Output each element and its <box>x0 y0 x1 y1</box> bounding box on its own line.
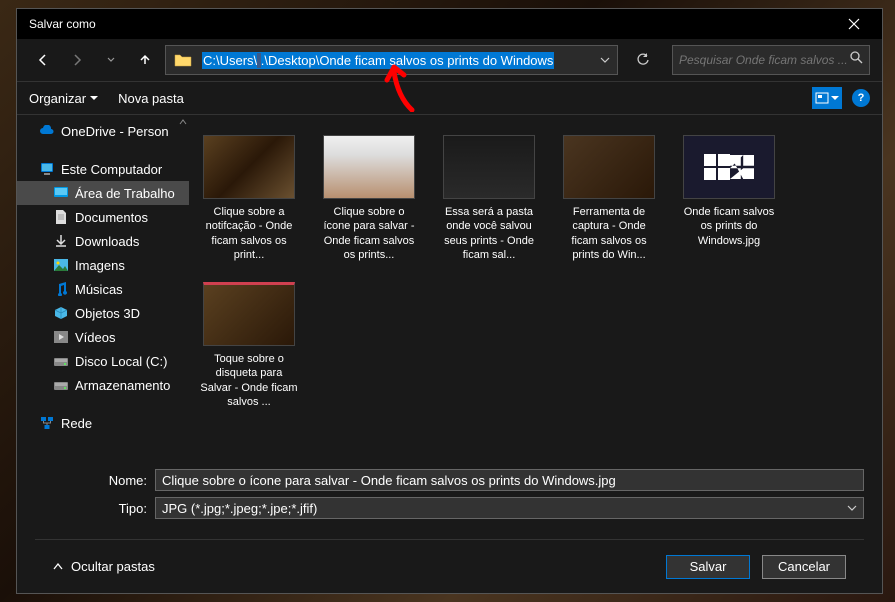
file-item[interactable]: Essa será a pasta onde você salvou seus … <box>439 135 539 262</box>
file-item[interactable]: Clique sobre o ícone para salvar - Onde … <box>319 135 419 262</box>
filetype-label: Tipo: <box>35 501 147 516</box>
sidebar-item-cube[interactable]: Objetos 3D <box>17 301 189 325</box>
search-icon <box>850 51 863 69</box>
dialog-title: Salvar como <box>29 17 96 31</box>
cloud-icon <box>39 123 55 139</box>
up-button[interactable] <box>131 46 159 74</box>
sidebar-item-label: Documentos <box>75 210 148 225</box>
filename-input[interactable] <box>155 469 864 491</box>
help-button[interactable]: ? <box>852 89 870 107</box>
close-button[interactable] <box>834 10 874 38</box>
file-name: Clique sobre a notifcação - Onde ficam s… <box>199 205 299 262</box>
file-thumbnail <box>683 135 775 199</box>
sidebar-item-disk[interactable]: Disco Local (C:) <box>17 349 189 373</box>
video-icon <box>53 329 69 345</box>
hide-folders-button[interactable]: Ocultar pastas <box>53 559 155 574</box>
doc-icon <box>53 209 69 225</box>
sidebar-item-label: Vídeos <box>75 330 115 345</box>
sidebar-item-video[interactable]: Vídeos <box>17 325 189 349</box>
view-mode-button[interactable] <box>812 87 842 109</box>
disk-icon <box>53 377 69 393</box>
sidebar-item-label: Downloads <box>75 234 139 249</box>
download-icon <box>53 233 69 249</box>
pc-icon <box>39 161 55 177</box>
file-list: Clique sobre a notifcação - Onde ficam s… <box>189 115 882 455</box>
sidebar-item-label: Imagens <box>75 258 125 273</box>
toolbar: Organizar Nova pasta ? <box>17 81 882 115</box>
file-name: Essa será a pasta onde você salvou seus … <box>439 205 539 262</box>
navigation-bar: C:\Users\ .\Desktop\Onde ficam salvos os… <box>17 39 882 81</box>
recent-dropdown[interactable] <box>97 46 125 74</box>
sidebar-item-label: Objetos 3D <box>75 306 140 321</box>
sidebar: OneDrive - Person Este Computador Área de … <box>17 115 189 455</box>
cube-icon <box>53 305 69 321</box>
file-item[interactable]: Clique sobre a notifcação - Onde ficam s… <box>199 135 299 262</box>
refresh-button[interactable] <box>628 46 658 74</box>
file-name: Toque sobre o disqueta para Salvar - Ond… <box>199 352 299 409</box>
bottom-panel: Nome: Tipo: JPG (*.jpg;*.jpeg;*.jpe;*.jf… <box>17 455 882 593</box>
sidebar-item-image[interactable]: Imagens <box>17 253 189 277</box>
sidebar-item-doc[interactable]: Documentos <box>17 205 189 229</box>
sidebar-item-label: OneDrive - Person <box>61 124 169 139</box>
file-item[interactable]: Onde ficam salvos os prints do Windows.j… <box>679 135 779 262</box>
sidebar-item-disk[interactable]: Armazenamento <box>17 373 189 397</box>
file-item[interactable]: Toque sobre o disqueta para Salvar - Ond… <box>199 282 299 409</box>
sidebar-item-label: Armazenamento <box>75 378 170 393</box>
sidebar-item-download[interactable]: Downloads <box>17 229 189 253</box>
sidebar-item-label: Rede <box>61 416 92 431</box>
search-input[interactable] <box>679 53 850 67</box>
save-button[interactable]: Salvar <box>666 555 750 579</box>
file-name: Onde ficam salvos os prints do Windows.j… <box>679 205 779 248</box>
network-icon <box>39 415 55 431</box>
address-bar[interactable]: C:\Users\ .\Desktop\Onde ficam salvos os… <box>165 45 618 75</box>
sidebar-item-network[interactable]: Rede <box>17 411 189 435</box>
folder-icon <box>170 48 196 72</box>
filetype-select[interactable]: JPG (*.jpg;*.jpeg;*.jpe;*.jfif) <box>155 497 864 519</box>
sidebar-item-label: Músicas <box>75 282 123 297</box>
sidebar-item-label: Disco Local (C:) <box>75 354 167 369</box>
file-item[interactable]: Ferramenta de captura - Onde ficam salvo… <box>559 135 659 262</box>
sidebar-scroll-up[interactable] <box>177 115 189 129</box>
file-thumbnail <box>323 135 415 199</box>
file-name: Clique sobre o ícone para salvar - Onde … <box>319 205 419 262</box>
cancel-button[interactable]: Cancelar <box>762 555 846 579</box>
sidebar-item-music[interactable]: Músicas <box>17 277 189 301</box>
address-path[interactable]: C:\Users\ .\Desktop\Onde ficam salvos os… <box>196 52 593 69</box>
forward-button[interactable] <box>63 46 91 74</box>
sidebar-item-pc[interactable]: Este Computador <box>17 157 189 181</box>
new-folder-button[interactable]: Nova pasta <box>118 91 184 106</box>
desktop-icon <box>53 185 69 201</box>
sidebar-item-label: Área de Trabalho <box>75 186 175 201</box>
image-icon <box>53 257 69 273</box>
file-name: Ferramenta de captura - Onde ficam salvo… <box>559 205 659 262</box>
file-thumbnail <box>203 135 295 199</box>
search-box[interactable] <box>672 45 870 75</box>
address-dropdown[interactable] <box>593 46 617 74</box>
organize-button[interactable]: Organizar <box>29 91 98 106</box>
file-thumbnail <box>443 135 535 199</box>
file-thumbnail <box>203 282 295 346</box>
sidebar-item-label: Este Computador <box>61 162 162 177</box>
sidebar-item-desktop[interactable]: Área de Trabalho <box>17 181 189 205</box>
titlebar: Salvar como <box>17 9 882 39</box>
sidebar-item-cloud[interactable]: OneDrive - Person <box>17 119 189 143</box>
filename-label: Nome: <box>35 473 147 488</box>
file-thumbnail <box>563 135 655 199</box>
music-icon <box>53 281 69 297</box>
disk-icon <box>53 353 69 369</box>
save-as-dialog: Salvar como C:\Users\ .\Desktop\Onde fic… <box>16 8 883 594</box>
back-button[interactable] <box>29 46 57 74</box>
